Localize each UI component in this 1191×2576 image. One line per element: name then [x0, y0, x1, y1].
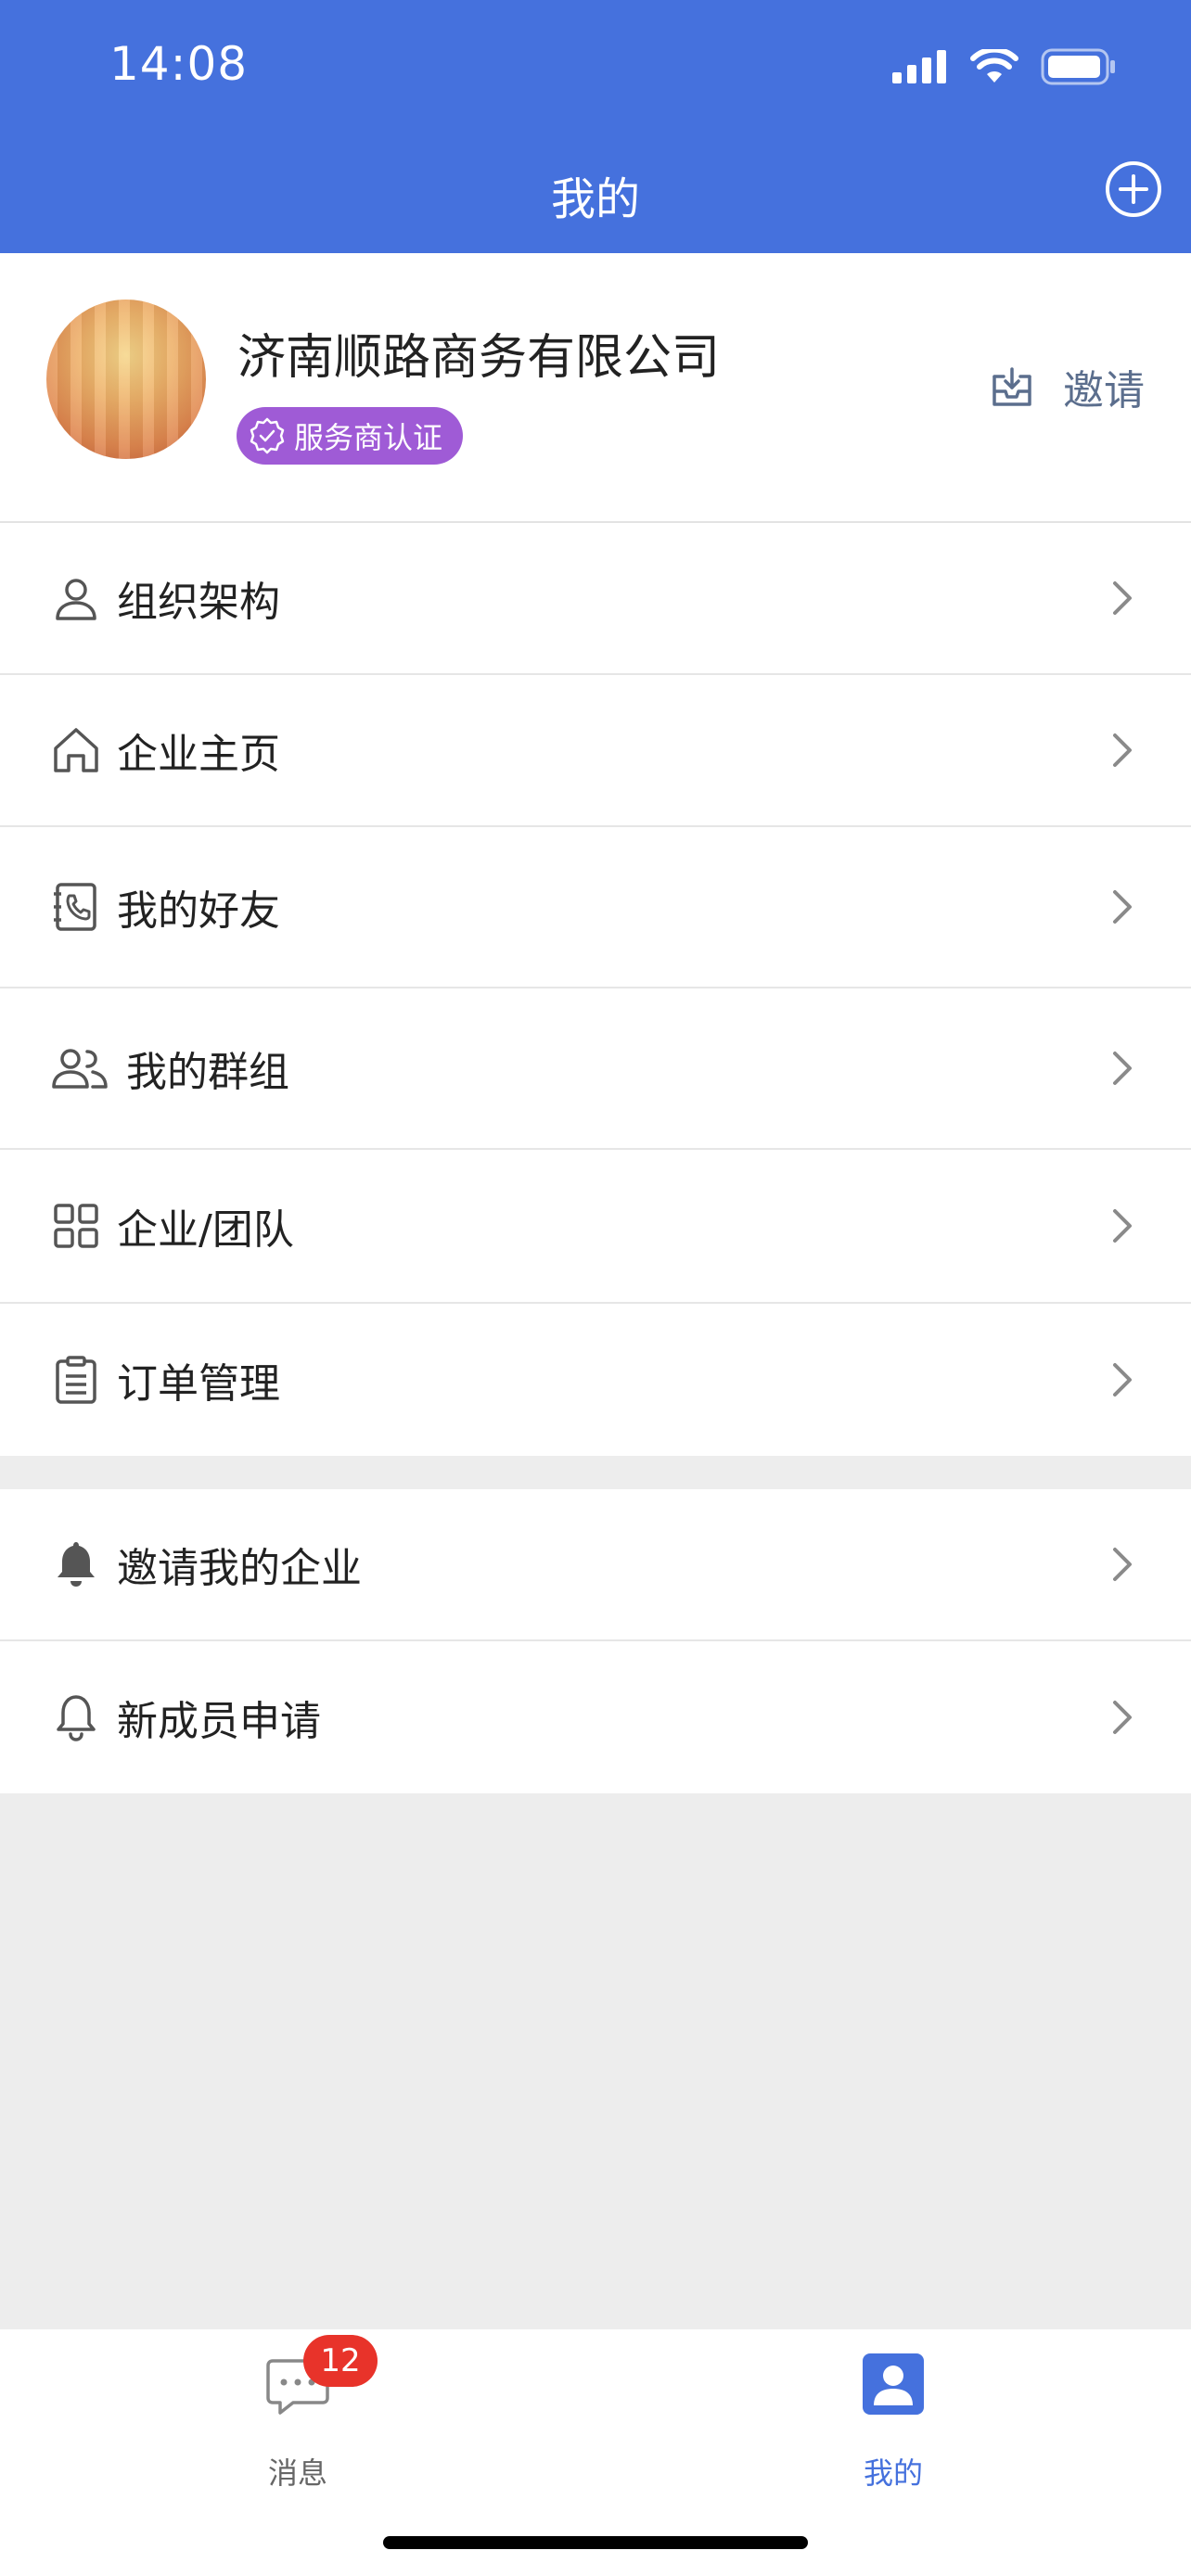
menu-item-friends[interactable]: 我的好友: [0, 827, 1191, 988]
menu-label: 我的好友: [117, 887, 280, 935]
status-icons: [892, 46, 1117, 87]
chevron-right-icon: [1113, 1701, 1132, 1734]
chevron-right-icon: [1113, 1363, 1132, 1396]
tab-messages-label: 消息: [267, 2455, 327, 2491]
menu-label: 企业/团队: [117, 1206, 294, 1254]
person-icon: [50, 572, 102, 624]
menu-item-company-home[interactable]: 企业主页: [0, 675, 1191, 827]
menu-label: 我的群组: [126, 1049, 289, 1096]
home-icon: [50, 724, 102, 776]
certification-badge: 服务商认证: [237, 407, 464, 465]
battery-icon: [1041, 48, 1115, 85]
clipboard-icon: [50, 1354, 102, 1406]
chevron-right-icon: [1113, 1209, 1132, 1243]
menu-item-organization[interactable]: 组织架构: [0, 523, 1191, 675]
menu-label: 订单管理: [117, 1360, 280, 1408]
chevron-right-icon: [1113, 1548, 1132, 1581]
unread-badge: 12: [303, 2335, 378, 2387]
menu-label: 组织架构: [117, 579, 280, 626]
status-time: 14:08: [109, 37, 249, 91]
menu-item-groups[interactable]: 我的群组: [0, 988, 1191, 1150]
bell-outline-icon: [50, 1691, 102, 1743]
chevron-right-icon: [1113, 1052, 1132, 1085]
invite-inbox-icon: [992, 367, 1031, 406]
grid-icon: [50, 1200, 102, 1252]
header: 14:08 我的: [0, 0, 1191, 253]
wifi-icon: [970, 49, 1018, 83]
menu-item-inviting-companies[interactable]: 邀请我的企业: [0, 1489, 1191, 1641]
group-icon: [50, 1042, 109, 1094]
chevron-right-icon: [1113, 890, 1132, 924]
bell-filled-icon: [50, 1538, 102, 1590]
verified-icon: [250, 417, 285, 454]
profile-card[interactable]: 济南顺路商务有限公司 服务商认证 邀请: [0, 253, 1191, 523]
invite-label: 邀请: [1063, 367, 1145, 414]
chevron-right-icon: [1113, 733, 1132, 767]
chevron-right-icon: [1113, 581, 1132, 615]
signal-icon: [892, 50, 946, 83]
menu-item-new-member-requests[interactable]: 新成员申请: [0, 1641, 1191, 1793]
menu-label: 新成员申请: [117, 1698, 321, 1745]
tab-mine-label: 我的: [863, 2455, 923, 2491]
menu-item-orders[interactable]: 订单管理: [0, 1304, 1191, 1456]
profile-card-icon: [863, 2353, 924, 2415]
menu-group-notifications: 邀请我的企业 新成员申请: [0, 1489, 1191, 1793]
menu-group-main: 组织架构 企业主页 我的好友 我的群组 企业/团队 订单管理: [0, 523, 1191, 1456]
certification-label: 服务商认证: [294, 420, 443, 455]
contacts-phone-icon: [50, 881, 102, 933]
page-title: 我的: [550, 173, 640, 225]
home-indicator: [383, 2536, 808, 2549]
menu-item-company-team[interactable]: 企业/团队: [0, 1150, 1191, 1304]
avatar[interactable]: [46, 300, 206, 459]
invite-button[interactable]: 邀请: [989, 357, 1145, 416]
menu-label: 邀请我的企业: [117, 1545, 362, 1592]
add-circle-icon[interactable]: [1104, 159, 1163, 219]
menu-label: 企业主页: [117, 731, 280, 778]
company-name: 济南顺路商务有限公司: [237, 330, 721, 386]
